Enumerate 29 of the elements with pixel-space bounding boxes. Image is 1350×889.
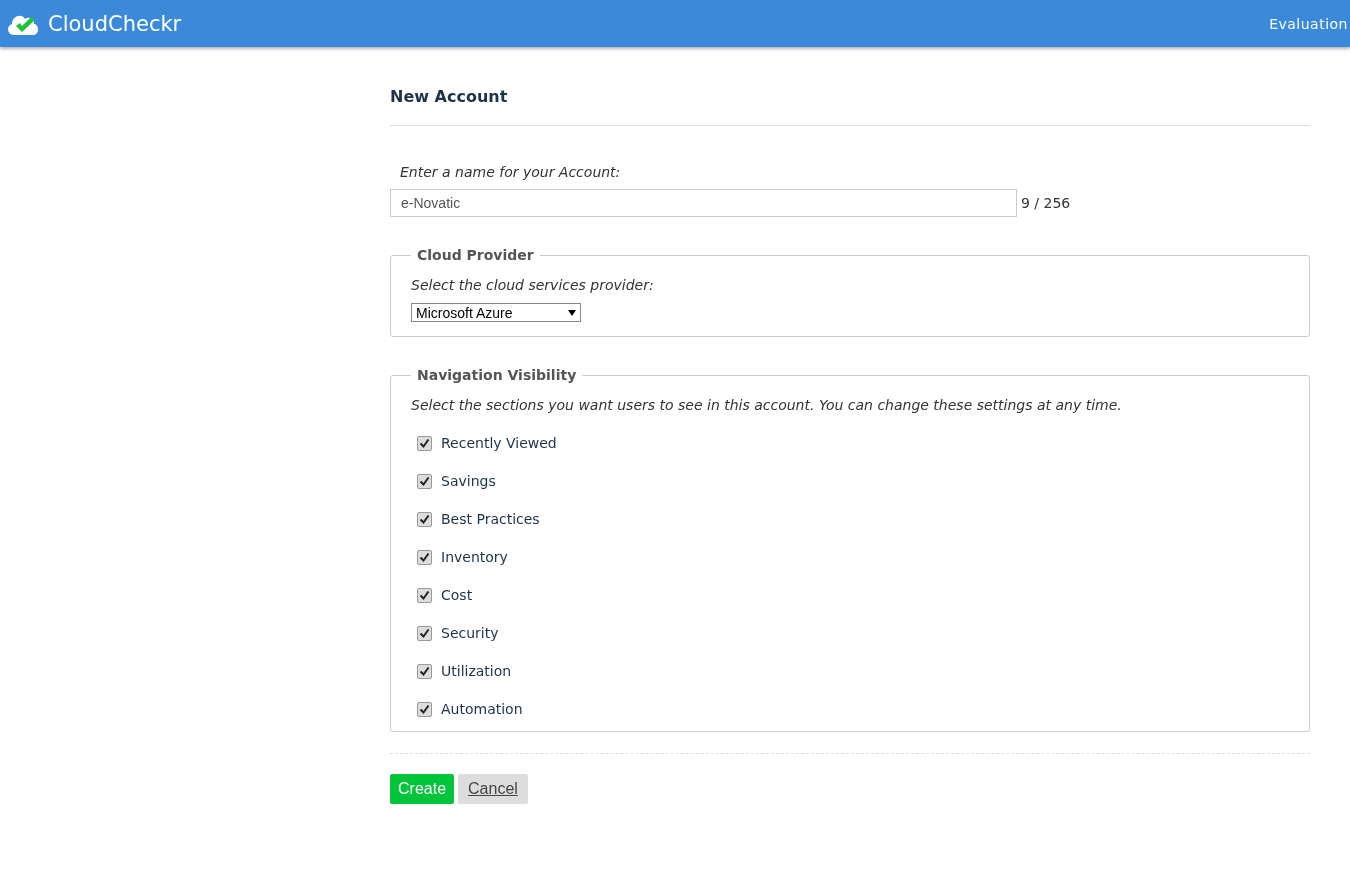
- checkbox[interactable]: [417, 435, 432, 451]
- character-counter: 9 / 256: [1021, 195, 1071, 211]
- checkbox-label: Automation: [441, 701, 523, 717]
- checkbox[interactable]: [417, 663, 432, 679]
- visibility-prompt: Select the sections you want users to see in this account. You can change these settings at any time.: [411, 397, 1122, 413]
- checkbox[interactable]: [417, 587, 432, 603]
- checkbox[interactable]: [417, 701, 432, 717]
- panel-legend: Cloud Provider: [411, 247, 540, 263]
- name-label: Enter a name for your Account:: [400, 164, 621, 180]
- checkbox-label: Best Practices: [441, 511, 540, 527]
- checkbox-label: Cost: [441, 587, 473, 603]
- checkbox-label: Savings: [441, 473, 496, 489]
- dropdown-caret-icon: [568, 309, 576, 316]
- plan-label: Evaluation: [1269, 15, 1349, 32]
- checkbox-label: Recently Viewed: [441, 435, 557, 451]
- panel-legend: Navigation Visibility: [411, 367, 583, 383]
- page-title: New Account: [390, 87, 1310, 126]
- checkbox[interactable]: [417, 511, 432, 527]
- cancel-button[interactable]: Cancel: [458, 774, 528, 804]
- checkbox-label: Inventory: [441, 549, 508, 565]
- provider-prompt: Select the cloud services provider:: [411, 277, 654, 293]
- checkbox[interactable]: [417, 549, 432, 565]
- account-name-field[interactable]: e-Novatic: [390, 189, 1017, 217]
- provider-dropdown[interactable]: Microsoft Azure: [411, 303, 581, 322]
- brand-name: CloudCheckr: [48, 11, 182, 36]
- checkbox-label: Utilization: [441, 663, 512, 679]
- checkbox[interactable]: [417, 473, 432, 489]
- checkbox-label: Security: [441, 625, 499, 641]
- checkbox[interactable]: [417, 625, 432, 641]
